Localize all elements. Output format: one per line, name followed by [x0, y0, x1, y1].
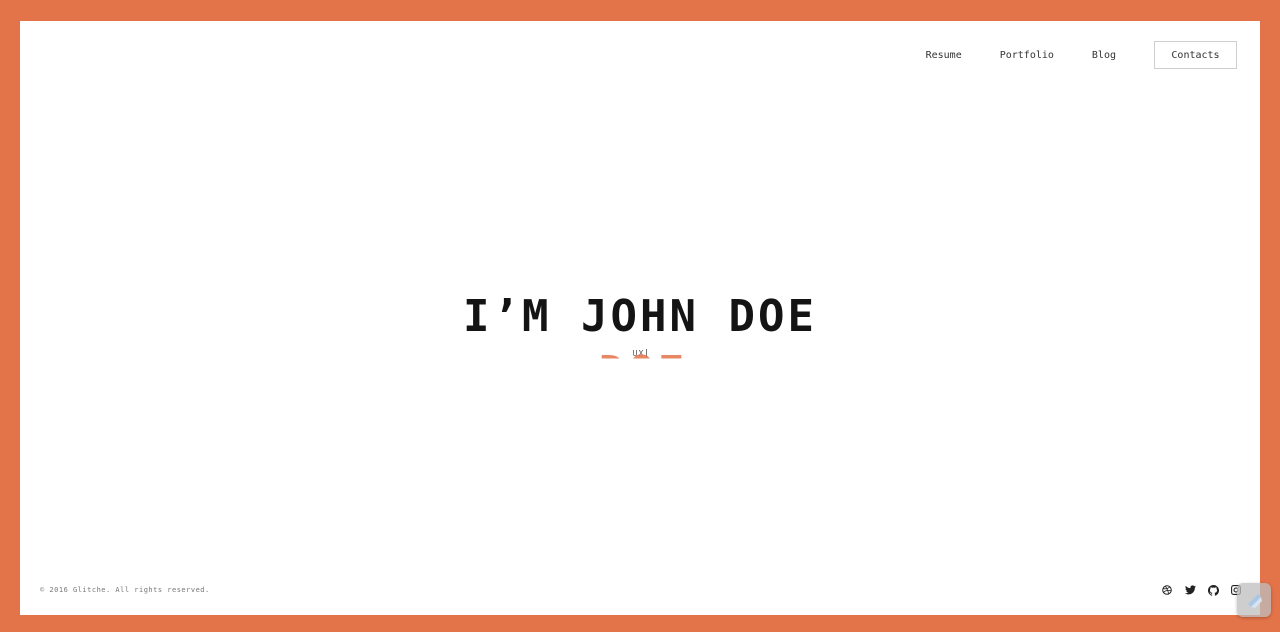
social-links	[1150, 584, 1242, 596]
nav-blog-link[interactable]: Blog	[1092, 50, 1116, 61]
hero-title: I’M JOHN DOE I’M JOHN DOE	[463, 289, 817, 358]
dribbble-icon[interactable]	[1161, 584, 1173, 596]
page-frame: Resume Portfolio Blog Contacts I’M JOHN …	[20, 21, 1260, 615]
main-nav: Resume Portfolio Blog Contacts	[926, 41, 1237, 69]
nav-resume-link[interactable]: Resume	[926, 50, 962, 61]
copyright-text: © 2016 Glitche. All rights reserved.	[40, 586, 210, 594]
github-icon[interactable]	[1207, 584, 1219, 596]
hero-section: I’M JOHN DOE I’M JOHN DOE UX	[20, 289, 1260, 358]
widget-logo-icon	[1248, 594, 1262, 608]
twitter-icon[interactable]	[1184, 584, 1196, 596]
floating-widget-button[interactable]	[1237, 583, 1271, 617]
contacts-button[interactable]: Contacts	[1154, 41, 1237, 69]
nav-portfolio-link[interactable]: Portfolio	[1000, 50, 1054, 61]
hero-title-text: I’M JOHN DOE	[463, 291, 817, 342]
